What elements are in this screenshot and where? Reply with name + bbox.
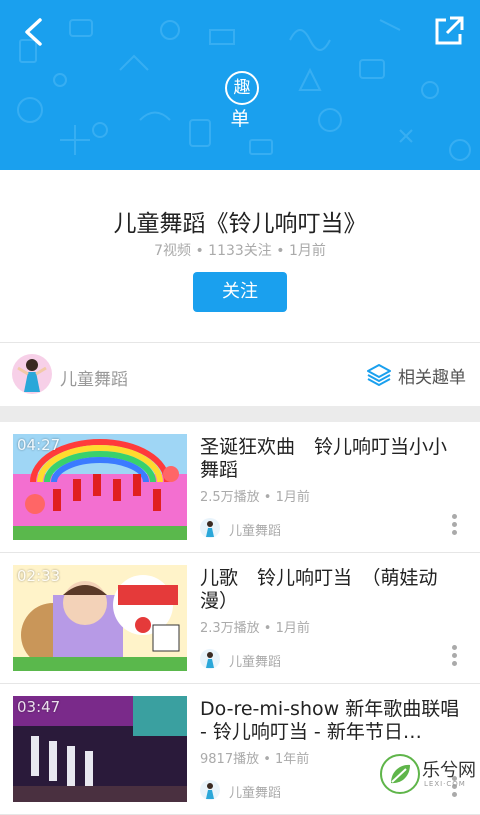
video-duration: 04:27 <box>17 436 61 454</box>
leaf-logo-icon <box>380 754 420 794</box>
video-meta: 2.3万播放 • 1月前 <box>200 621 310 636</box>
video-list: 04:27 圣诞狂欢曲 铃儿响叮当小小舞蹈 2.5万播放 • 1月前 儿童舞蹈 <box>0 422 480 815</box>
watermark-text: 乐兮网 <box>422 760 476 781</box>
site-watermark-logo: 乐兮网 LEXI·COM <box>380 752 476 796</box>
dancer-avatar-icon <box>206 783 214 799</box>
collection-meta: 7视频 • 1133关注 • 1月前 <box>154 243 326 259</box>
uploader-avatar[interactable] <box>200 518 220 538</box>
more-options-icon[interactable] <box>450 645 458 671</box>
video-item[interactable]: 04:27 圣诞狂欢曲 铃儿响叮当小小舞蹈 2.5万播放 • 1月前 儿童舞蹈 <box>0 422 480 553</box>
uploader-avatar[interactable] <box>200 649 220 669</box>
video-thumbnail[interactable]: 03:47 <box>13 696 187 802</box>
video-thumbnail[interactable]: 04:27 <box>13 434 187 540</box>
badge-label: 单 <box>230 108 250 130</box>
collection-title: 儿童舞蹈《铃儿响叮当》 <box>113 211 367 237</box>
author-bar[interactable]: 儿童舞蹈 相关趣单 <box>0 342 480 407</box>
follow-button[interactable]: 关注 <box>193 272 287 312</box>
video-meta: 9817播放 • 1年前 <box>200 752 310 767</box>
dancer-avatar-icon <box>206 652 214 668</box>
dancer-avatar-icon <box>206 521 214 537</box>
watermark-subtext: LEXI·COM <box>424 780 466 788</box>
video-item[interactable]: 02:33 儿歌 铃儿响叮当 （萌娃动漫） 2.3万播放 • 1月前 儿童舞蹈 <box>0 553 480 684</box>
author-avatar[interactable] <box>12 354 52 394</box>
related-collections-label: 相关趣单 <box>398 367 466 388</box>
share-icon[interactable] <box>432 14 466 48</box>
uploader-avatar[interactable] <box>200 780 220 800</box>
collection-header: 趣 单 <box>0 0 480 170</box>
uploader-name[interactable]: 儿童舞蹈 <box>229 520 281 539</box>
collection-info-card: 儿童舞蹈《铃儿响叮当》 7视频 • 1133关注 • 1月前 关注 <box>0 170 480 342</box>
layers-icon <box>367 364 391 386</box>
video-meta: 2.5万播放 • 1月前 <box>200 490 310 505</box>
video-title[interactable]: 圣诞狂欢曲 铃儿响叮当小小舞蹈 <box>200 436 462 482</box>
author-name[interactable]: 儿童舞蹈 <box>60 365 128 390</box>
video-title[interactable]: Do-re-mi-show 新年歌曲联唱 - 铃儿响叮当 - 新年节日… <box>200 698 462 744</box>
dancer-avatar-icon <box>17 359 47 392</box>
more-options-icon[interactable] <box>450 514 458 540</box>
section-divider <box>0 406 480 422</box>
video-duration: 03:47 <box>17 698 61 716</box>
video-duration: 02:33 <box>17 567 61 585</box>
uploader-name[interactable]: 儿童舞蹈 <box>229 651 281 670</box>
video-title[interactable]: 儿歌 铃儿响叮当 （萌娃动漫） <box>200 567 462 613</box>
uploader-name[interactable]: 儿童舞蹈 <box>229 782 281 801</box>
video-thumbnail[interactable]: 02:33 <box>13 565 187 671</box>
back-arrow-icon[interactable] <box>16 14 52 50</box>
related-collections-link[interactable]: 相关趣单 <box>366 361 466 389</box>
quDan-badge: 趣 <box>225 71 259 105</box>
